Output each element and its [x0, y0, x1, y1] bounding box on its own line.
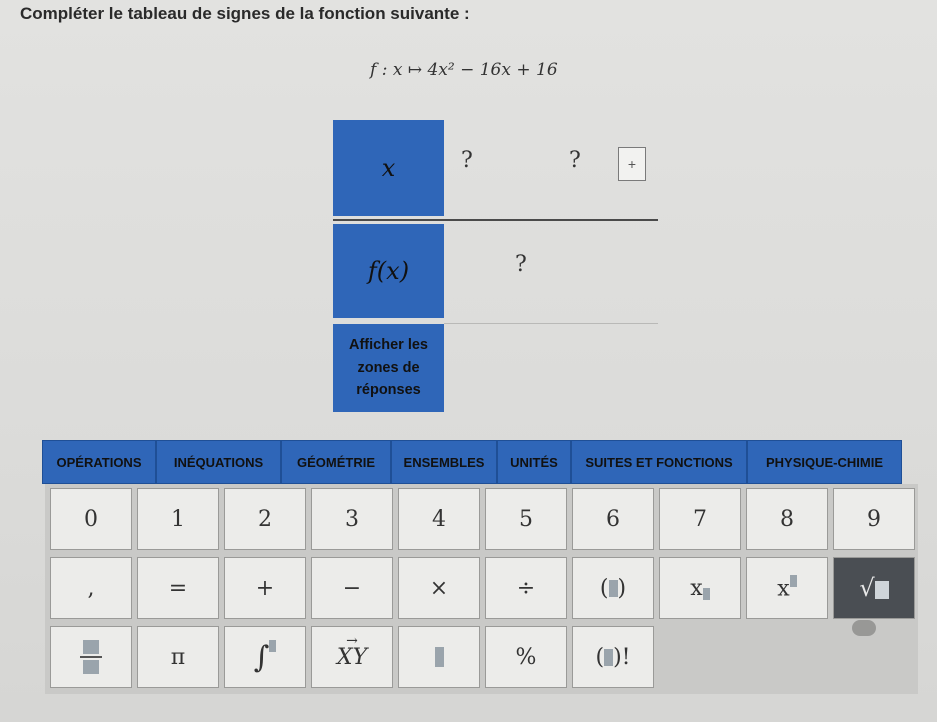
tab-suites-et-fonctions[interactable]: SUITES ET FONCTIONS [571, 440, 747, 484]
vector-icon: → XY [336, 632, 368, 670]
show-zones-line-3: réponses [356, 382, 421, 399]
function-formula: f : x ↦ 4x² − 16x + 16 [370, 60, 558, 80]
show-answer-zones-button[interactable]: Afficher les zones de réponses [333, 324, 444, 412]
fx-row-header: f(x) [333, 224, 444, 318]
sign-table: x f(x) ? ? + ? Afficher les zones de rép… [333, 120, 658, 412]
tab-ensembles[interactable]: ENSEMBLES [391, 440, 497, 484]
key-8[interactable]: 8 [746, 488, 828, 550]
key-equals[interactable]: = [137, 557, 219, 619]
key-minus[interactable]: − [311, 557, 393, 619]
key-4[interactable]: 4 [398, 488, 480, 550]
key-9[interactable]: 9 [833, 488, 915, 550]
show-zones-line-1: Afficher les [349, 337, 428, 354]
key-percent[interactable]: % [485, 626, 567, 688]
keyboard-tabs: OPÉRATIONS INÉQUATIONS GÉOMÉTRIE ENSEMBL… [42, 440, 902, 488]
show-zones-line-2: zones de [357, 359, 420, 376]
key-6[interactable]: 6 [572, 488, 654, 550]
key-comma[interactable]: , [50, 557, 132, 619]
key-integral[interactable]: ∫ [224, 626, 306, 688]
placeholder-icon [434, 647, 444, 667]
tab-inequations[interactable]: INÉQUATIONS [156, 440, 281, 484]
key-square-root[interactable]: √ [833, 557, 915, 619]
tab-physique-chimie[interactable]: PHYSIQUE-CHIMIE [747, 440, 902, 484]
key-subscript[interactable]: x [659, 557, 741, 619]
tab-unites[interactable]: UNITÉS [497, 440, 571, 484]
fraction-icon [80, 640, 102, 674]
key-3[interactable]: 3 [311, 488, 393, 550]
key-superscript[interactable]: x [746, 557, 828, 619]
key-pi[interactable]: π [137, 626, 219, 688]
touch-cursor-icon [852, 620, 876, 636]
key-divide[interactable]: ÷ [485, 557, 567, 619]
x-row-header: x [333, 120, 444, 216]
parentheses-icon: () [599, 575, 627, 601]
x-value-slot-2[interactable]: ? [569, 148, 581, 173]
table-separator [333, 219, 658, 221]
square-root-icon: √ [859, 574, 889, 602]
fx-sign-slot-1[interactable]: ? [515, 252, 527, 277]
key-1[interactable]: 1 [137, 488, 219, 550]
integral-icon: ∫ [254, 639, 277, 675]
tab-geometrie[interactable]: GÉOMÉTRIE [281, 440, 391, 484]
key-2[interactable]: 2 [224, 488, 306, 550]
key-0[interactable]: 0 [50, 488, 132, 550]
subscript-icon: x [690, 576, 710, 601]
key-placeholder[interactable] [398, 626, 480, 688]
screen: Compléter le tableau de signes de la fon… [0, 0, 937, 722]
key-plus[interactable]: + [224, 557, 306, 619]
math-keyboard: 0 1 2 3 4 5 6 7 8 9 , = + − × ÷ () x x √… [45, 484, 918, 694]
factorial-icon: ()! [595, 644, 631, 670]
x-value-slot-1[interactable]: ? [461, 148, 473, 173]
tab-operations[interactable]: OPÉRATIONS [42, 440, 156, 484]
add-column-button[interactable]: + [618, 147, 646, 181]
table-bottom-line [444, 323, 658, 324]
key-7[interactable]: 7 [659, 488, 741, 550]
instruction-text: Compléter le tableau de signes de la fon… [20, 4, 470, 23]
key-fraction[interactable] [50, 626, 132, 688]
superscript-icon: x [777, 574, 797, 601]
key-vector[interactable]: → XY [311, 626, 393, 688]
key-factorial[interactable]: ()! [572, 626, 654, 688]
key-5[interactable]: 5 [485, 488, 567, 550]
key-times[interactable]: × [398, 557, 480, 619]
key-parentheses[interactable]: () [572, 557, 654, 619]
